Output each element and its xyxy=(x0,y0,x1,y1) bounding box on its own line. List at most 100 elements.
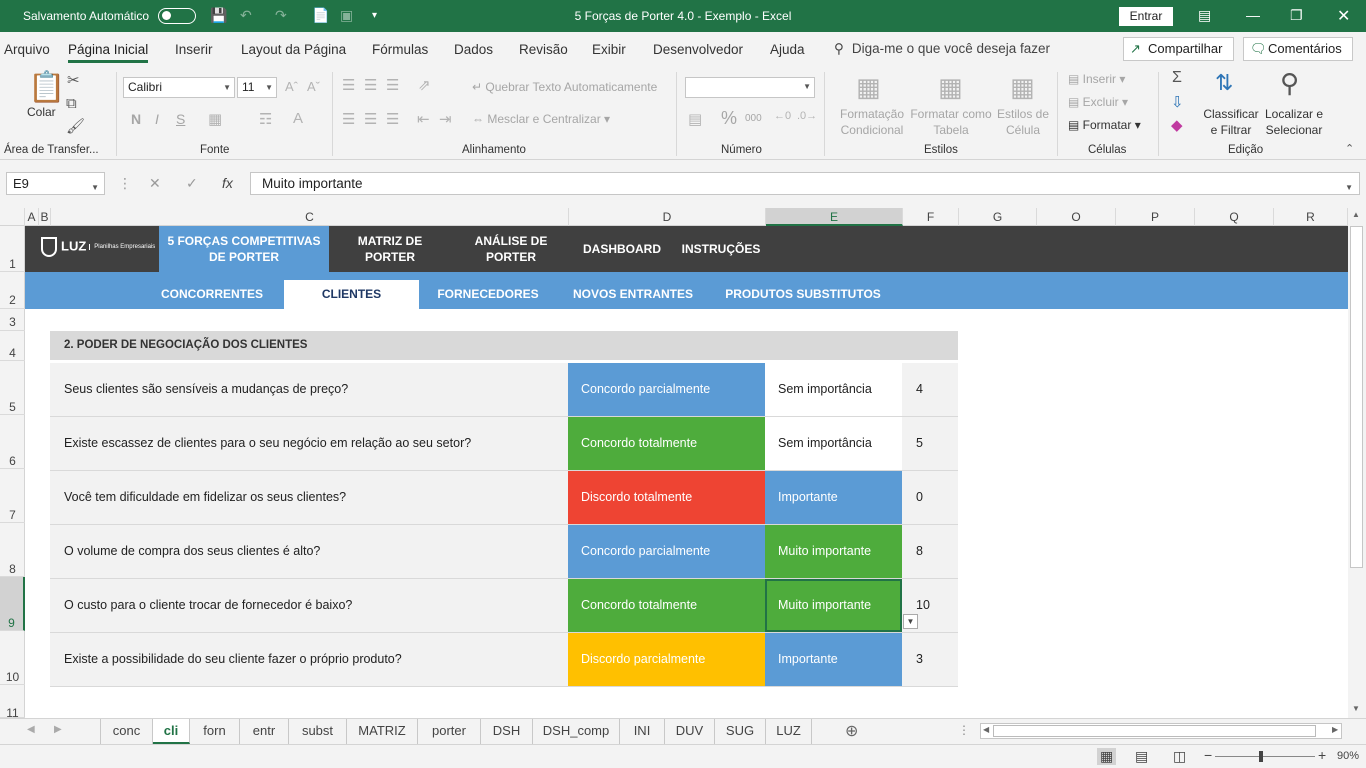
sheet-tab[interactable]: DSH xyxy=(481,719,533,744)
comments-button[interactable]: 🗨 Comentários xyxy=(1243,37,1353,61)
row-header[interactable]: 8 xyxy=(0,523,25,577)
align-top-icon[interactable]: ☰ xyxy=(342,76,355,94)
thousands-button[interactable]: 000 xyxy=(745,113,762,124)
horizontal-scrollbar[interactable]: ◀ ▶ xyxy=(980,723,1342,739)
copy-icon[interactable]: ⧉ xyxy=(66,95,77,112)
column-header[interactable]: B xyxy=(39,208,51,226)
sheet-tab[interactable]: forn xyxy=(190,719,240,744)
zoom-slider[interactable] xyxy=(1215,751,1315,762)
worksheet-grid[interactable]: LUZ Planilhas Empresariais 5 FORÇAS COMPE… xyxy=(25,226,1348,718)
autosum-icon[interactable]: Σ xyxy=(1172,69,1182,87)
font-color-icon[interactable]: A xyxy=(293,110,303,127)
sort-filter-icon[interactable]: ⇅ xyxy=(1215,70,1233,96)
cell-styles-button[interactable]: Estilos de Célula xyxy=(995,106,1051,138)
zoom-out-icon[interactable]: − xyxy=(1204,747,1212,763)
align-middle-icon[interactable]: ☰ xyxy=(364,76,377,94)
importance-cell[interactable]: Importante xyxy=(765,633,902,686)
score-cell[interactable]: 3 xyxy=(902,633,958,686)
column-header[interactable]: F xyxy=(903,208,959,226)
format-table-icon[interactable]: ▦ xyxy=(938,72,963,103)
cut-icon[interactable]: ✂ xyxy=(67,71,80,89)
tab-arquivo[interactable]: Arquivo xyxy=(4,42,50,57)
sheet-tab[interactable]: LUZ xyxy=(766,719,812,744)
sort-filter-button[interactable]: Classificar e Filtrar xyxy=(1202,106,1260,138)
row-header[interactable]: 10 xyxy=(0,631,25,685)
column-header[interactable]: R xyxy=(1274,208,1348,226)
scroll-right-icon[interactable]: ▶ xyxy=(1332,725,1338,734)
bold-button[interactable]: N xyxy=(131,111,141,127)
column-header[interactable]: C xyxy=(51,208,569,226)
close-icon[interactable]: ✕ xyxy=(1337,6,1350,26)
tab-pagina-inicial[interactable]: Página Inicial xyxy=(68,42,149,63)
hscroll-thumb[interactable] xyxy=(993,725,1316,737)
score-cell[interactable]: 0 xyxy=(902,471,958,524)
row-header[interactable]: 3 xyxy=(0,309,25,331)
zoom-in-icon[interactable]: + xyxy=(1318,747,1326,763)
decrease-indent-icon[interactable]: ⇤ xyxy=(417,110,430,128)
scroll-thumb[interactable] xyxy=(1350,226,1363,568)
format-cells-button[interactable]: ▤ Formatar ▾ xyxy=(1068,118,1141,132)
fill-color-icon[interactable]: ☶ xyxy=(259,110,272,128)
wrap-text-button[interactable]: ↵ Quebrar Texto Automaticamente xyxy=(472,80,657,94)
row-header[interactable]: 2 xyxy=(0,272,25,309)
nav-5-forcas[interactable]: 5 FORÇAS COMPETITIVAS DE PORTER xyxy=(159,226,329,272)
restore-icon[interactable]: ❐ xyxy=(1290,7,1303,24)
column-header[interactable]: A xyxy=(25,208,39,226)
align-right-icon[interactable]: ☰ xyxy=(386,110,399,128)
page-break-icon[interactable]: ◫ xyxy=(1173,748,1186,765)
percent-button[interactable]: % xyxy=(721,108,737,129)
sheet-tab[interactable]: subst xyxy=(289,719,347,744)
tell-me-search[interactable]: ⚲ Diga-me o que você deseja fazer xyxy=(834,41,1050,57)
nav-instrucoes[interactable]: INSTRUÇÕES xyxy=(680,226,762,272)
enter-icon[interactable]: ✓ xyxy=(186,175,198,192)
answer-cell[interactable]: Concordo totalmente xyxy=(568,579,765,632)
select-all-corner[interactable] xyxy=(0,208,25,226)
merge-center-button[interactable]: ⇔ Mesclar e Centralizar ▾ xyxy=(472,112,610,126)
answer-cell[interactable]: Concordo parcialmente xyxy=(568,363,765,416)
currency-icon[interactable]: ▤ xyxy=(688,110,702,128)
row-header[interactable]: 9 xyxy=(0,577,25,631)
format-table-button[interactable]: Formatar como Tabela xyxy=(908,106,994,138)
sheet-tab[interactable]: MATRIZ xyxy=(347,719,418,744)
ribbon-display-icon[interactable]: ▤ xyxy=(1198,7,1211,24)
sheet-tab-active[interactable]: cli xyxy=(153,719,190,744)
importance-cell-selected[interactable]: Muito importante xyxy=(765,579,902,632)
formula-input[interactable]: Muito importante ▼ xyxy=(250,172,1360,195)
subnav-clientes[interactable]: CLIENTES xyxy=(284,280,419,309)
column-header[interactable]: G xyxy=(959,208,1037,226)
share-button[interactable]: ↗ Compartilhar xyxy=(1123,37,1234,61)
row-header[interactable]: 7 xyxy=(0,469,25,523)
tab-splitter-icon[interactable]: ⋮ xyxy=(958,723,970,737)
font-name-select[interactable]: Calibri ▼ xyxy=(123,77,235,98)
answer-cell[interactable]: Discordo parcialmente xyxy=(568,633,765,686)
collapse-ribbon-icon[interactable]: ⌃ xyxy=(1345,142,1354,155)
tab-exibir[interactable]: Exibir xyxy=(592,42,626,57)
add-sheet-icon[interactable]: ⊕ xyxy=(845,721,858,741)
conditional-format-icon[interactable]: ▦ xyxy=(856,72,881,103)
importance-cell[interactable]: Sem importância xyxy=(765,363,902,416)
nav-analise[interactable]: ANÁLISE DE PORTER xyxy=(465,226,557,272)
align-left-icon[interactable]: ☰ xyxy=(342,110,355,128)
tab-layout[interactable]: Layout da Página xyxy=(241,42,346,57)
align-bottom-icon[interactable]: ☰ xyxy=(386,76,399,94)
paste-icon[interactable]: 📋 xyxy=(28,70,65,105)
row-header[interactable]: 1 xyxy=(0,226,25,272)
increase-indent-icon[interactable]: ⇥ xyxy=(439,110,452,128)
subnav-fornecedores[interactable]: FORNECEDORES xyxy=(435,280,541,309)
sheet-tab[interactable]: DSH_comp xyxy=(533,719,620,744)
underline-button[interactable]: S xyxy=(176,111,185,127)
tab-ajuda[interactable]: Ajuda xyxy=(770,42,805,57)
delete-cells-button[interactable]: ▤ Excluir ▾ xyxy=(1068,95,1128,109)
nav-matriz[interactable]: MATRIZ DE PORTER xyxy=(342,226,438,272)
minimize-icon[interactable]: — xyxy=(1246,7,1260,23)
score-cell[interactable]: 5 xyxy=(902,417,958,470)
font-size-select[interactable]: 11 ▼ xyxy=(237,77,277,98)
name-box[interactable]: E9 ▼ xyxy=(6,172,105,195)
tab-desenvolvedor[interactable]: Desenvolvedor xyxy=(653,42,743,57)
column-header[interactable]: D xyxy=(569,208,766,226)
column-header[interactable]: O xyxy=(1037,208,1116,226)
score-cell[interactable]: 4 xyxy=(902,363,958,416)
find-icon[interactable]: ⚲ xyxy=(1280,68,1299,99)
importance-cell[interactable]: Muito importante xyxy=(765,525,902,578)
sheet-tab[interactable]: porter xyxy=(418,719,481,744)
